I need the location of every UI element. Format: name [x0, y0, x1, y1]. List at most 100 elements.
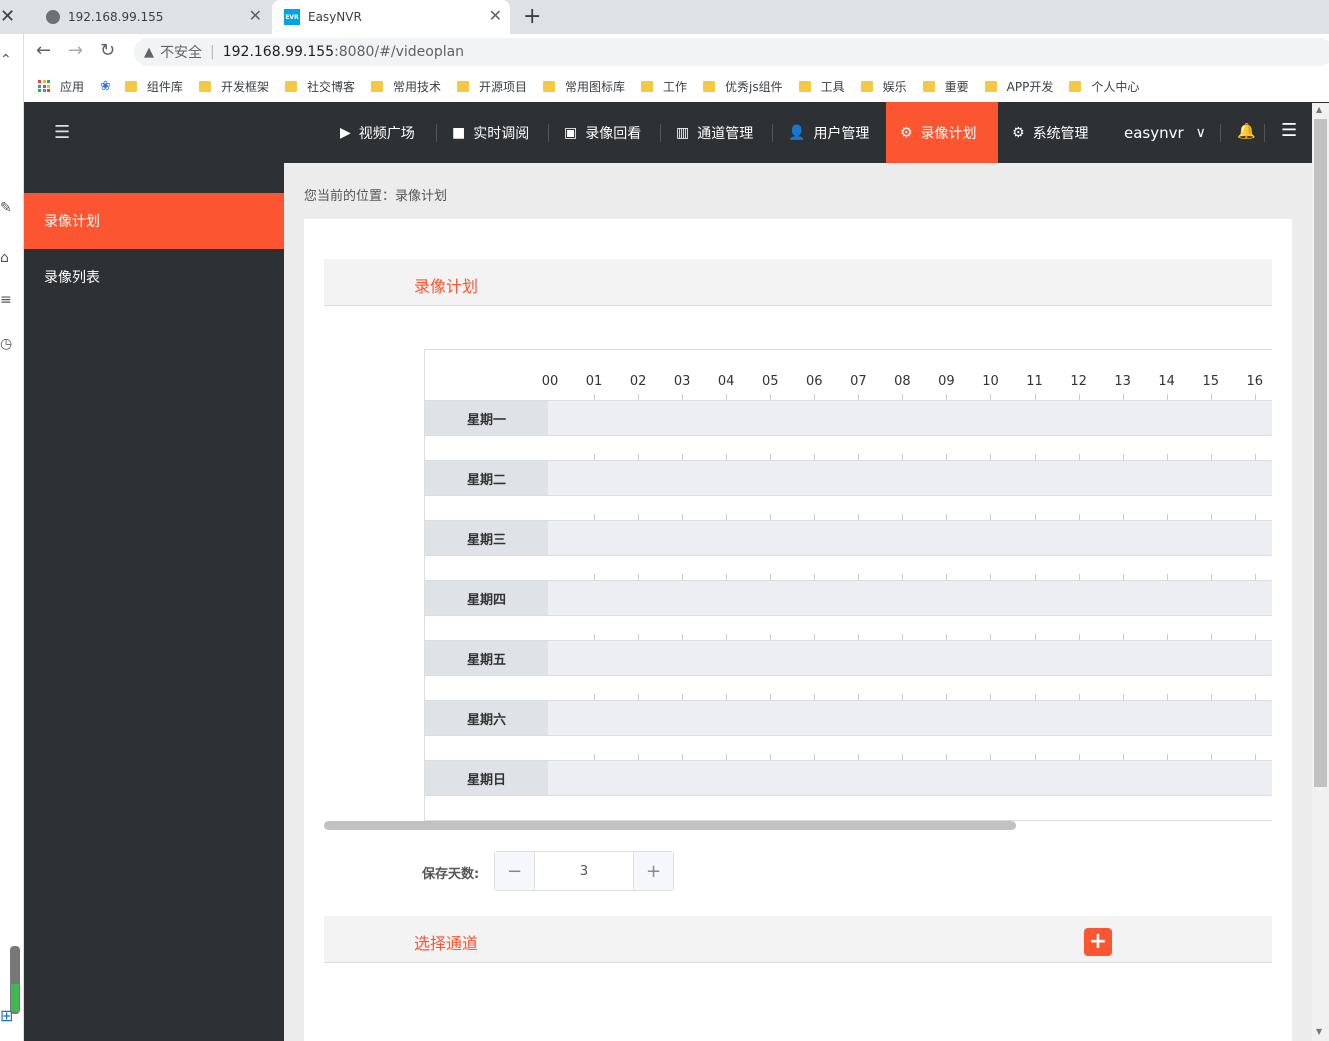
decrement-button[interactable]: − — [495, 852, 535, 890]
new-tab-button[interactable]: + — [523, 4, 541, 29]
day-label: 星期三 — [425, 521, 548, 555]
bookmark-item[interactable]: 娱乐 — [860, 78, 907, 95]
nav-divider — [436, 124, 437, 142]
bookmark-item[interactable]: 重要 — [922, 78, 969, 95]
folder-icon — [641, 80, 654, 92]
bookmark-item[interactable]: 工具 — [798, 78, 845, 95]
bookmark-label: 个人中心 — [1091, 79, 1140, 94]
hour-label: 05 — [761, 374, 779, 389]
browser-tab-2[interactable]: EVR EasyNVR ✕ — [272, 0, 510, 34]
nav-item-3[interactable]: ▣ 录像回看 — [554, 102, 654, 163]
browser-tab-1[interactable]: 192.168.99.155 ✕ — [32, 0, 270, 34]
bookmark-item[interactable]: 常用技术 — [370, 78, 441, 95]
hour-label: 15 — [1202, 374, 1220, 389]
address-bar[interactable]: ▲ 不安全 | 192.168.99.155 :8080/#/videoplan — [134, 38, 1329, 66]
breadcrumb: 您当前的位置：录像计划 — [304, 189, 448, 204]
nav-item-6[interactable]: ⚙ 录像计划 — [886, 102, 998, 163]
hour-label: 10 — [982, 374, 999, 389]
scroll-down-icon[interactable]: ▼ — [1316, 1027, 1322, 1036]
nav-item-5[interactable]: 👤 用户管理 — [778, 102, 878, 163]
bookmark-item[interactable]: 组件库 — [124, 78, 183, 95]
nav-item-4[interactable]: ▥ 通道管理 — [666, 102, 766, 163]
bookmark-label: 优秀js组件 — [725, 79, 783, 94]
nav-item-7[interactable]: ⚙ 系统管理 — [1002, 102, 1102, 163]
day-label: 星期二 — [425, 461, 548, 495]
day-label: 星期一 — [425, 401, 548, 435]
bookmark-item[interactable]: 社交博客 — [284, 78, 355, 95]
folder-icon — [284, 80, 297, 92]
sidebar-item-video-list[interactable]: 录像列表 — [24, 249, 284, 305]
bookmark-label: 开源项目 — [478, 79, 527, 94]
bookmark-item[interactable]: 开发框架 — [198, 78, 269, 95]
nav-item-2[interactable]: ■ 实时调阅 — [442, 102, 542, 163]
sort-icon: ≡ — [0, 292, 12, 308]
bell-icon[interactable]: 🔔 — [1237, 122, 1256, 140]
nav-item-label: 视频广场 — [358, 125, 415, 142]
retention-days-stepper[interactable]: − 3 + — [494, 851, 674, 891]
horizontal-scrollbar-thumb[interactable] — [324, 821, 1016, 830]
bookmark-item[interactable]: 常用图标库 — [543, 78, 625, 95]
back-icon[interactable]: ← — [36, 40, 51, 61]
day-row[interactable]: 星期二 — [425, 460, 1272, 496]
hour-label: 04 — [717, 374, 735, 389]
more-menu-icon[interactable]: ☰ — [1281, 120, 1297, 141]
page-scrollbar-thumb[interactable] — [1314, 119, 1327, 787]
hour-label: 13 — [1114, 374, 1131, 389]
tab-close-icon[interactable]: ✕ — [489, 8, 502, 24]
add-channel-button[interactable]: + — [1084, 928, 1112, 956]
nav-divider — [772, 124, 773, 142]
reload-icon[interactable]: ↻ — [100, 40, 115, 61]
bookmark-item[interactable]: 工作 — [641, 78, 687, 95]
retention-days-value[interactable]: 3 — [535, 852, 633, 890]
scroll-up-icon[interactable]: ▲ — [1316, 105, 1322, 114]
increment-button[interactable]: + — [633, 852, 673, 890]
folder-icon — [124, 80, 137, 92]
header-divider — [1264, 124, 1265, 142]
day-row[interactable]: 星期六 — [425, 700, 1272, 736]
menu-toggle-icon[interactable]: ☰ — [54, 122, 70, 143]
day-label: 星期五 — [425, 641, 548, 675]
page-scrollbar[interactable]: ▲ ▼ — [1312, 103, 1329, 1041]
day-row[interactable]: 星期日 — [425, 760, 1272, 796]
bookmark-item[interactable]: APP开发 — [984, 78, 1053, 95]
nav-divider — [660, 124, 661, 142]
folder-icon — [860, 80, 873, 92]
horizontal-scrollbar[interactable] — [324, 821, 1272, 831]
tv-icon: ▣ — [564, 124, 578, 141]
tab-close-icon[interactable]: ✕ — [249, 8, 262, 24]
hour-label: 01 — [585, 374, 603, 389]
bookmark-item[interactable]: 优秀js组件 — [703, 78, 783, 95]
film-reel-icon: ⚙ — [900, 124, 913, 141]
bookmark-label: 娱乐 — [882, 79, 907, 94]
bookmark-item[interactable]: 应用 — [38, 78, 84, 95]
forward-icon[interactable]: → — [68, 40, 83, 61]
folder-icon — [543, 80, 555, 92]
browser-tab-bar: ✕ 192.168.99.155 ✕ EVR EasyNVR ✕ + — [0, 0, 1329, 34]
hour-label: 16 — [1246, 374, 1264, 389]
day-row[interactable]: 星期三 — [425, 520, 1272, 556]
schedule-grid[interactable]: 00 01 02 03 04 05 06 07 08 09 10 11 12 13 14 15 16 星期一 星期二… — [424, 349, 1272, 821]
clock-icon: ◷ — [0, 336, 13, 352]
browser-toolbar: ← → ↻ ▲ 不安全 | 192.168.99.155 :8080/#/vid… — [24, 34, 1329, 70]
baidu-paw-icon[interactable]: ❀ — [100, 79, 111, 94]
globe-icon — [46, 10, 60, 24]
day-label: 星期四 — [425, 581, 548, 615]
nav-item-1[interactable]: ▶ 视频广场 — [330, 102, 430, 163]
folder-icon — [703, 80, 716, 92]
nav-item-label: 通道管理 — [697, 125, 754, 142]
day-row[interactable]: 星期四 — [425, 580, 1272, 616]
video-camera-icon: ■ — [452, 124, 466, 141]
bookmark-item[interactable]: 个人中心 — [1069, 78, 1139, 95]
content-panel: 录像计划 00 01 02 03 04 05 06 07 08 09 10 11 12 13 14 15 16 星… — [304, 219, 1292, 1041]
window-close-icon[interactable]: ✕ — [0, 6, 18, 27]
day-row[interactable]: 星期一 — [425, 400, 1272, 436]
bookmark-label: 工作 — [663, 79, 688, 94]
sidebar-item-video-plan[interactable]: 录像计划 — [24, 193, 284, 249]
folder-icon — [984, 80, 997, 92]
bookmark-item[interactable]: 开源项目 — [456, 78, 527, 95]
windows-icon[interactable]: ⊞ — [0, 1006, 13, 1025]
folder-icon — [1069, 80, 1082, 92]
user-menu[interactable]: easynvr ∨ — [1124, 102, 1206, 163]
day-row[interactable]: 星期五 — [425, 640, 1272, 676]
sidebar: 录像计划 录像列表 — [24, 163, 284, 1041]
